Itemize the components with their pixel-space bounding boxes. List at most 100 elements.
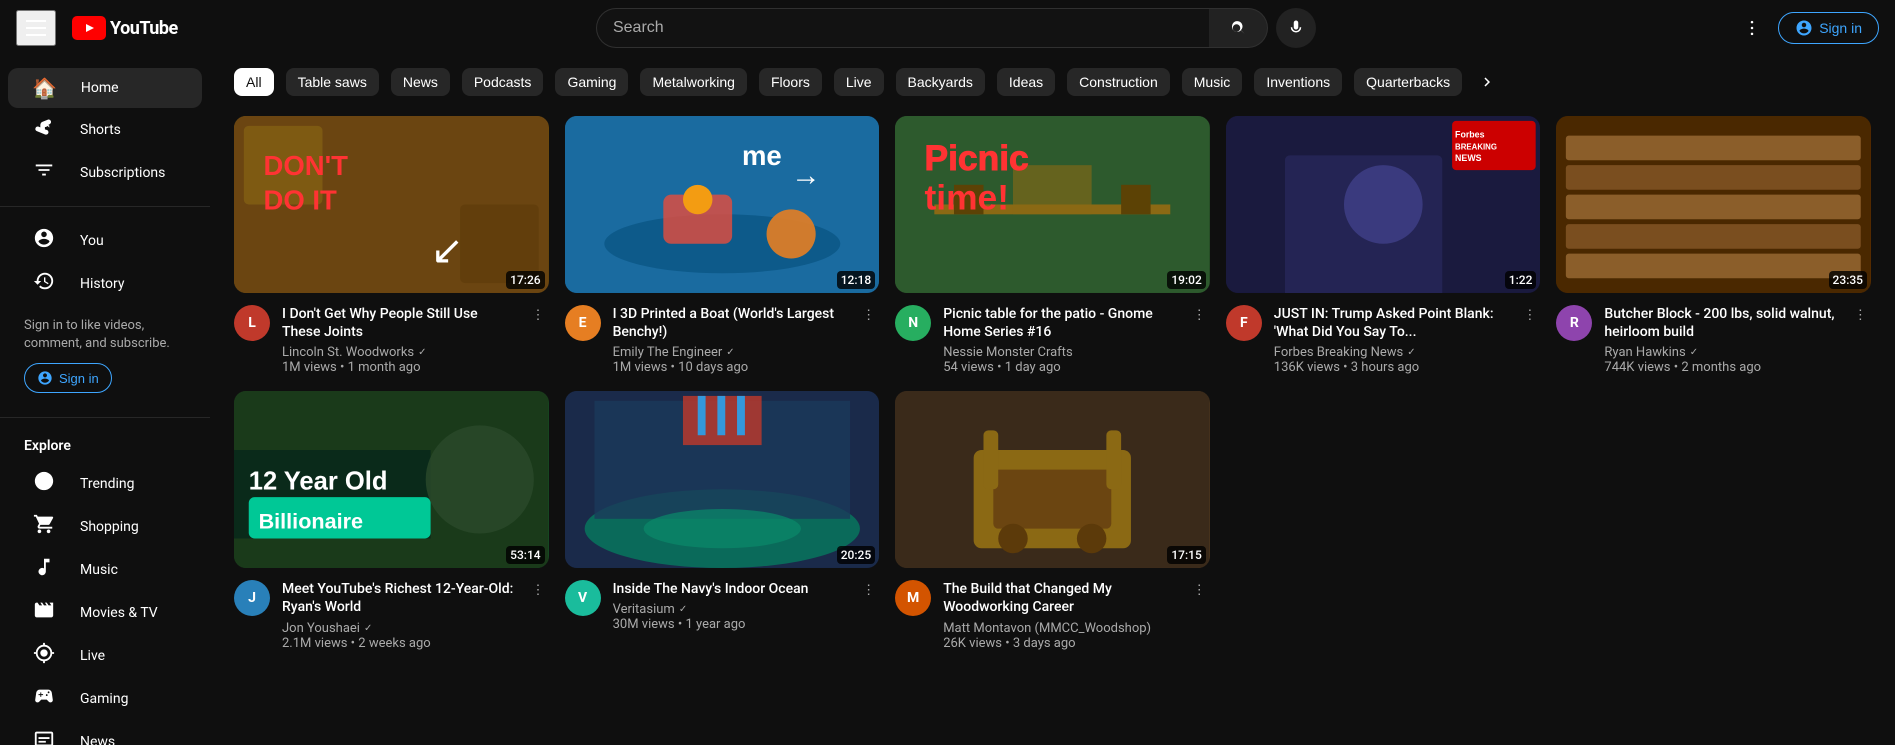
sidebar-item-music[interactable]: Music	[8, 548, 202, 591]
svg-text:Picnic: Picnic	[925, 139, 1029, 178]
channel-name-4: Forbes Breaking News ✓	[1274, 345, 1507, 360]
mic-button[interactable]	[1276, 8, 1316, 48]
video-title-6: Meet YouTube's Richest 12-Year-Old: Ryan…	[282, 580, 515, 616]
sign-in-section: Sign in to like videos, comment, and sub…	[0, 305, 210, 405]
sidebar-trending-label: Trending	[80, 476, 135, 492]
video-info-3: N Picnic table for the patio - Gnome Hom…	[895, 305, 1210, 375]
sidebar-item-shorts[interactable]: Shorts	[8, 108, 202, 151]
video-info-1: L I Don't Get Why People Still Use These…	[234, 305, 549, 375]
filter-construction[interactable]: Construction	[1067, 68, 1170, 96]
search-bar	[596, 8, 1268, 48]
sidebar-you-label: You	[80, 233, 104, 249]
verified-icon-5: ✓	[1690, 347, 1698, 358]
sidebar-gaming-label: Gaming	[80, 691, 128, 707]
gaming-icon	[32, 685, 56, 712]
video-thumb-5: 23:35	[1556, 116, 1871, 293]
video-card-4[interactable]: Forbes BREAKING NEWS 1:22 F JUST IN: Tru…	[1226, 116, 1541, 375]
video-thumb-6: 12 Year Old Billionaire 53:14	[234, 391, 549, 568]
sidebar-nav-main: 🏠 Home Shorts Subscriptions	[0, 68, 210, 194]
avatar-5: R	[1556, 305, 1592, 341]
menu-button[interactable]	[16, 10, 56, 46]
filter-table-saws[interactable]: Table saws	[286, 68, 379, 96]
video-title-2: I 3D Printed a Boat (World's Largest Ben…	[613, 305, 846, 341]
video-stats-6: 2.1M views • 2 weeks ago	[282, 636, 515, 651]
more-btn-1[interactable]: ⋮	[527, 303, 548, 327]
svg-text:Billionaire: Billionaire	[259, 509, 363, 534]
sidebar-item-history[interactable]: History	[8, 262, 202, 305]
filter-ideas[interactable]: Ideas	[997, 68, 1055, 96]
duration-badge-8: 17:15	[1167, 546, 1205, 564]
video-thumb-4: Forbes BREAKING NEWS 1:22	[1226, 116, 1541, 293]
more-btn-3[interactable]: ⋮	[1188, 303, 1209, 327]
filter-gaming[interactable]: Gaming	[555, 68, 628, 96]
filter-podcasts[interactable]: Podcasts	[462, 68, 544, 96]
avatar-2: E	[565, 305, 601, 341]
video-title-7: Inside The Navy's Indoor Ocean	[613, 580, 846, 598]
verified-icon-1: ✓	[418, 347, 426, 358]
video-card-7[interactable]: 20:25 V Inside The Navy's Indoor Ocean V…	[565, 391, 880, 650]
sidebar-item-news[interactable]: News	[8, 720, 202, 745]
video-thumb-8: 17:15	[895, 391, 1210, 568]
video-card-8[interactable]: 17:15 M The Build that Changed My Woodwo…	[895, 391, 1210, 650]
chevron-right-icon	[1478, 73, 1496, 91]
thumb-svg-6: 12 Year Old Billionaire	[234, 391, 549, 568]
sidebar-item-you[interactable]: You	[8, 219, 202, 262]
sign-in-button[interactable]: Sign in	[1778, 12, 1879, 44]
duration-badge-3: 19:02	[1167, 271, 1205, 289]
more-btn-5[interactable]: ⋮	[1850, 303, 1871, 327]
filter-backyards[interactable]: Backyards	[896, 68, 985, 96]
sidebar-sign-in-button[interactable]: Sign in	[24, 363, 112, 393]
logo[interactable]: YouTube	[72, 16, 178, 40]
filter-bar: All Table saws News Podcasts Gaming Meta…	[234, 56, 1871, 108]
video-card-1[interactable]: DON'T DO IT ↙ 17:26 L I Don't Get Why Pe…	[234, 116, 549, 375]
more-btn-2[interactable]: ⋮	[858, 303, 879, 327]
thumb-svg-1: DON'T DO IT ↙	[234, 116, 549, 293]
filter-inventions[interactable]: Inventions	[1254, 68, 1342, 96]
svg-text:NEWS: NEWS	[1455, 153, 1482, 163]
sidebar-item-shopping[interactable]: Shopping	[8, 505, 202, 548]
subscriptions-icon	[32, 159, 56, 186]
filter-scroll-right[interactable]	[1474, 69, 1500, 95]
svg-text:12 Year Old: 12 Year Old	[249, 468, 388, 496]
sidebar-item-live[interactable]: Live	[8, 634, 202, 677]
music-icon	[32, 556, 56, 583]
sidebar-item-movies[interactable]: Movies & TV	[8, 591, 202, 634]
sidebar-item-home[interactable]: 🏠 Home	[8, 68, 202, 108]
sidebar-item-gaming[interactable]: Gaming	[8, 677, 202, 720]
header-left: YouTube	[16, 10, 178, 46]
channel-name-8: Matt Montavon (MMCC_Woodshop)	[943, 621, 1176, 636]
sidebar-item-subscriptions[interactable]: Subscriptions	[8, 151, 202, 194]
duration-badge-4: 1:22	[1505, 271, 1537, 289]
more-btn-8[interactable]: ⋮	[1188, 578, 1209, 602]
more-btn-6[interactable]: ⋮	[527, 578, 548, 602]
youtube-logo-icon	[72, 16, 106, 40]
more-btn-7[interactable]: ⋮	[858, 578, 879, 602]
video-card-6[interactable]: 12 Year Old Billionaire 53:14 J Meet You…	[234, 391, 549, 650]
sidebar-item-trending[interactable]: Trending	[8, 462, 202, 505]
video-title-3: Picnic table for the patio - Gnome Home …	[943, 305, 1176, 341]
video-thumb-7: 20:25	[565, 391, 880, 568]
video-card-5[interactable]: 23:35 R Butcher Block - 200 lbs, solid w…	[1556, 116, 1871, 375]
video-stats-2: 1M views • 10 days ago	[613, 360, 846, 375]
filter-metalworking[interactable]: Metalworking	[640, 68, 746, 96]
filter-news[interactable]: News	[391, 68, 450, 96]
filter-quarterbacks[interactable]: Quarterbacks	[1354, 68, 1462, 96]
video-card-3[interactable]: Picnic time! 19:02 N Picnic table for th…	[895, 116, 1210, 375]
filter-live[interactable]: Live	[834, 68, 884, 96]
verified-icon-7: ✓	[679, 604, 687, 615]
video-title-5: Butcher Block - 200 lbs, solid walnut, h…	[1604, 305, 1837, 341]
filter-floors[interactable]: Floors	[759, 68, 822, 96]
more-options-button[interactable]	[1734, 10, 1770, 46]
search-button[interactable]	[1209, 8, 1268, 48]
video-title-8: The Build that Changed My Woodworking Ca…	[943, 580, 1176, 616]
history-icon	[32, 270, 56, 297]
avatar-1: L	[234, 305, 270, 341]
live-icon	[32, 642, 56, 669]
header-right: Sign in	[1734, 10, 1879, 46]
search-input[interactable]	[596, 8, 1209, 48]
video-card-2[interactable]: me → 12:18 E I 3D Printed a Boat (World'…	[565, 116, 880, 375]
duration-badge-7: 20:25	[837, 546, 875, 564]
filter-music[interactable]: Music	[1182, 68, 1243, 96]
filter-all[interactable]: All	[234, 68, 274, 96]
more-btn-4[interactable]: ⋮	[1519, 303, 1540, 327]
